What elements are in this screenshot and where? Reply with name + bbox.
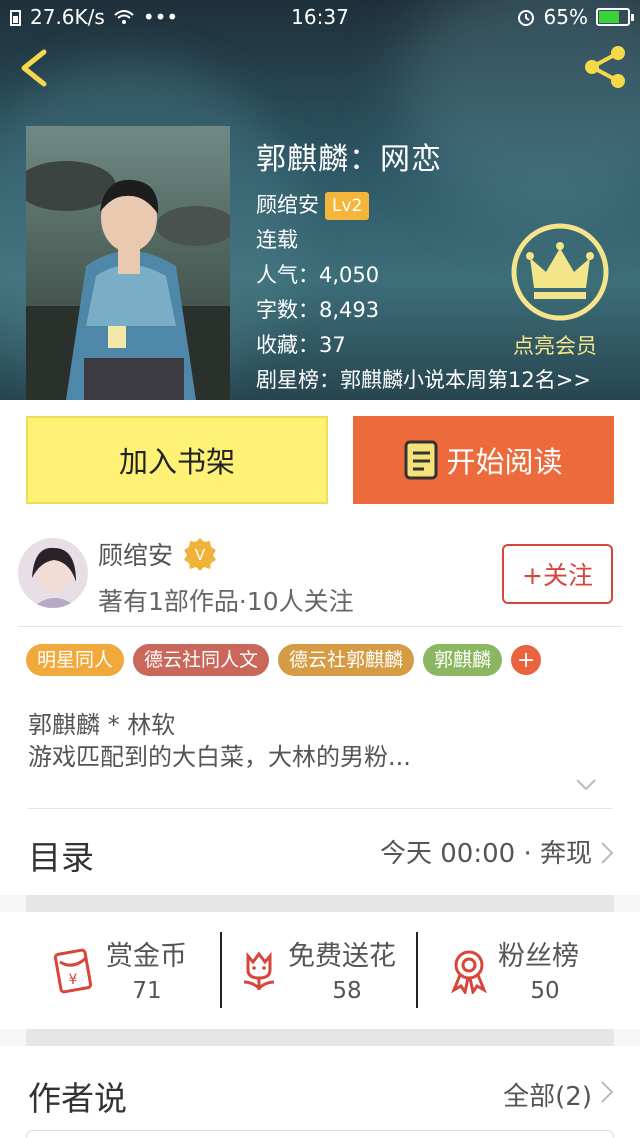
add-to-shelf-label: 加入书架 bbox=[118, 445, 235, 479]
tags-section: 明星同人 德云社同人文 德云社郭麒麟 郭麒麟 + 郭麒麟 * 林软 游戏匹配到的大白菜，… bbox=[0, 627, 640, 809]
svg-text:V: V bbox=[195, 546, 206, 564]
author-card: 顾绾安 V 著有1部作品·10人关注 +关注 bbox=[0, 518, 640, 628]
rank-link[interactable]: 剧星榜：郭麒麟小说本周第12名>> bbox=[256, 363, 591, 398]
start-reading-button[interactable]: 开始阅读 bbox=[353, 416, 614, 504]
book-cover[interactable] bbox=[26, 126, 230, 400]
section-gap bbox=[26, 1029, 614, 1046]
crown-icon bbox=[511, 223, 609, 321]
latest-chapter: 今天 00:00 · 奔现 bbox=[380, 839, 592, 869]
battery-icon bbox=[596, 8, 634, 26]
alarm-icon bbox=[517, 10, 534, 26]
tag-chip[interactable]: 德云社同人文 bbox=[133, 644, 270, 676]
author-meta: 著有1部作品·10人关注 bbox=[98, 587, 354, 616]
toc-title: 目录 bbox=[28, 838, 94, 877]
favorites-value: 37 bbox=[319, 333, 346, 357]
stat-flowers-label: 免费送花 bbox=[288, 941, 396, 972]
stat-fans-label: 粉丝榜 bbox=[498, 941, 579, 972]
intro-line-1: 郭麒麟 * 林软 bbox=[28, 711, 176, 739]
stat-coins-value: 71 bbox=[132, 978, 162, 1004]
cover-image bbox=[26, 126, 230, 400]
stat-divider bbox=[220, 932, 222, 1008]
author-says-title: 作者说 bbox=[28, 1079, 127, 1118]
intro-line-2: 游戏匹配到的大白菜，大林的男粉... bbox=[28, 743, 411, 771]
status-bar: 27.6K/s ••• 16:37 65% bbox=[0, 0, 640, 34]
rank-value: 郭麒麟小说本周第12名>> bbox=[340, 368, 591, 392]
book-detail-page: 27.6K/s ••• 16:37 65% 郭麒麟：网恋 顾绾安 Lv2 连载 … bbox=[0, 0, 640, 1138]
stat-flowers[interactable]: 免费送花 58 bbox=[236, 934, 406, 1010]
tag-chip[interactable]: 郭麒麟 bbox=[423, 644, 503, 676]
verified-badge-icon: V bbox=[184, 538, 217, 571]
author-name[interactable]: 顾绾安 bbox=[256, 193, 319, 217]
stat-coins-label: 赏金币 bbox=[106, 941, 187, 972]
popularity-label: 人气： bbox=[256, 263, 319, 287]
popularity-value: 4,050 bbox=[319, 263, 380, 287]
book-icon bbox=[404, 440, 438, 480]
battery-percent: 65% bbox=[543, 5, 588, 29]
table-of-contents[interactable]: 目录 今天 00:00 · 奔现 bbox=[0, 809, 640, 895]
tag-list: 明星同人 德云社同人文 德云社郭麒麟 郭麒麟 + bbox=[26, 644, 542, 676]
author-avatar[interactable] bbox=[18, 538, 88, 608]
follow-label: +关注 bbox=[522, 561, 593, 590]
vip-button[interactable]: 点亮会员 bbox=[495, 222, 615, 360]
reward-stats: ¥ 赏金币 71 免费送花 58 粉丝榜 50 bbox=[0, 912, 640, 1029]
author-says-card[interactable] bbox=[26, 1130, 614, 1138]
chevron-right-icon[interactable] bbox=[600, 1080, 614, 1104]
level-badge: Lv2 bbox=[325, 192, 370, 220]
tag-chip[interactable]: 德云社郭麒麟 bbox=[278, 644, 415, 676]
start-reading-label: 开始阅读 bbox=[446, 445, 563, 479]
add-to-shelf-button[interactable]: 加入书架 bbox=[26, 416, 328, 504]
favorites-label: 收藏： bbox=[256, 333, 319, 357]
back-icon[interactable] bbox=[14, 46, 54, 90]
tag-chip[interactable]: 明星同人 bbox=[26, 644, 125, 676]
author-card-name[interactable]: 顾绾安 bbox=[98, 536, 173, 572]
book-title: 郭麒麟：网恋 bbox=[256, 142, 442, 177]
stat-coins[interactable]: ¥ 赏金币 71 bbox=[50, 934, 200, 1010]
book-header: 27.6K/s ••• 16:37 65% 郭麒麟：网恋 顾绾安 Lv2 连载 … bbox=[0, 0, 640, 400]
expand-icon[interactable] bbox=[575, 777, 597, 793]
vip-label: 点亮会员 bbox=[513, 334, 597, 358]
rank-label: 剧星榜： bbox=[256, 368, 340, 392]
words-value: 8,493 bbox=[319, 298, 380, 322]
section-gap bbox=[26, 895, 614, 912]
action-bar: 加入书架 开始阅读 bbox=[0, 400, 640, 518]
stat-fans-value: 50 bbox=[530, 978, 560, 1004]
add-tag-button[interactable]: + bbox=[511, 645, 542, 675]
share-icon[interactable] bbox=[580, 44, 630, 90]
stat-fans[interactable]: 粉丝榜 50 bbox=[446, 934, 596, 1010]
author-says-section: 作者说 全部(2) bbox=[0, 1046, 640, 1138]
book-intro[interactable]: 郭麒麟 * 林软 游戏匹配到的大白菜，大林的男粉... bbox=[28, 709, 411, 773]
stat-flowers-value: 58 bbox=[332, 978, 362, 1004]
stat-divider bbox=[416, 932, 418, 1008]
words-label: 字数： bbox=[256, 298, 319, 322]
author-says-more[interactable]: 全部(2) bbox=[503, 1076, 592, 1113]
chevron-right-icon bbox=[601, 842, 614, 864]
follow-button[interactable]: +关注 bbox=[502, 544, 613, 604]
